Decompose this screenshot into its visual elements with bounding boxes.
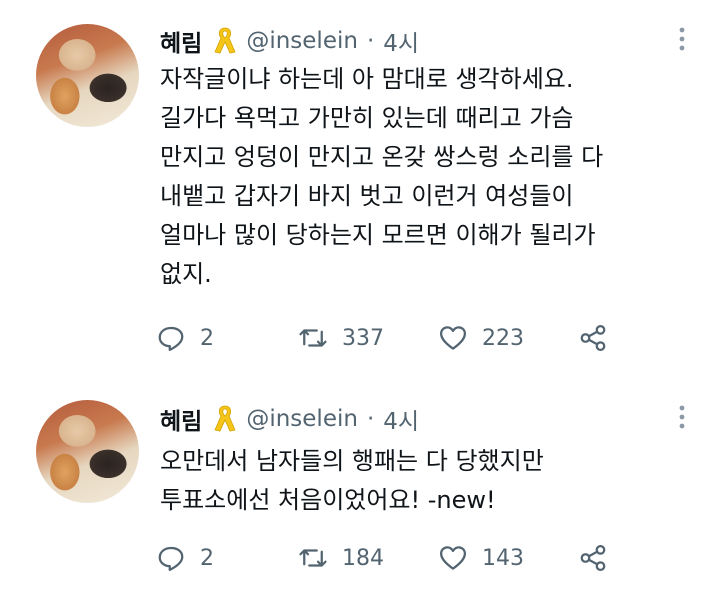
like-button[interactable]: 223	[438, 320, 524, 356]
share-button[interactable]	[578, 540, 608, 576]
avatar[interactable]	[36, 24, 139, 127]
tweet-header: 혜림 @inselein · 4시	[160, 24, 419, 58]
tweet-2[interactable]: 혜림 @inselein · 4시 오만데서 남자들의 행패는 다 당했지만 투…	[0, 380, 720, 589]
display-name[interactable]: 혜림	[160, 24, 202, 58]
reply-button[interactable]: 2	[156, 540, 214, 576]
retweet-icon	[299, 329, 327, 347]
timestamp[interactable]: 4시	[383, 24, 419, 58]
reply-count: 2	[200, 545, 214, 571]
user-handle[interactable]: @inselein	[246, 406, 358, 432]
retweet-icon	[299, 549, 327, 567]
share-icon	[580, 545, 606, 571]
like-button[interactable]: 143	[438, 540, 524, 576]
like-icon	[440, 326, 466, 350]
retweet-count: 337	[342, 325, 384, 351]
reply-icon	[158, 326, 184, 351]
more-vertical-icon[interactable]	[672, 402, 692, 432]
share-icon	[580, 325, 606, 351]
more-vertical-icon[interactable]	[672, 24, 692, 54]
display-name[interactable]: 혜림	[160, 402, 202, 436]
yellow-ribbon-icon	[214, 27, 236, 54]
tweet-header: 혜림 @inselein · 4시	[160, 402, 419, 436]
like-count: 223	[482, 325, 524, 351]
retweet-button[interactable]: 337	[298, 320, 384, 356]
share-button[interactable]	[578, 320, 608, 356]
avatar[interactable]	[36, 400, 139, 503]
timestamp[interactable]: 4시	[383, 402, 419, 436]
tweet-text: 자작글이냐 하는데 아 맘대로 생각하세요. 길가다 욕먹고 가만히 있는데 때…	[160, 65, 604, 288]
reply-icon	[158, 546, 184, 571]
yellow-ribbon-icon	[214, 405, 236, 432]
reply-button[interactable]: 2	[156, 320, 214, 356]
tweet-actions: 2 184 143	[156, 540, 626, 576]
reply-count: 2	[200, 325, 214, 351]
like-count: 143	[482, 545, 524, 571]
retweet-count: 184	[342, 545, 384, 571]
separator: ·	[366, 28, 375, 54]
tweet-text: 오만데서 남자들의 행패는 다 당했지만 투표소에선 처음이었어요! -new!	[160, 447, 544, 514]
tweet-1[interactable]: 혜림 @inselein · 4시 자작글이냐 하는데 아 맘대로 생각하세요.…	[0, 0, 720, 380]
retweet-button[interactable]: 184	[298, 540, 384, 576]
like-icon	[440, 546, 466, 570]
tweet-actions: 2 337 223	[156, 320, 626, 356]
separator: ·	[366, 406, 375, 432]
user-handle[interactable]: @inselein	[246, 28, 358, 54]
